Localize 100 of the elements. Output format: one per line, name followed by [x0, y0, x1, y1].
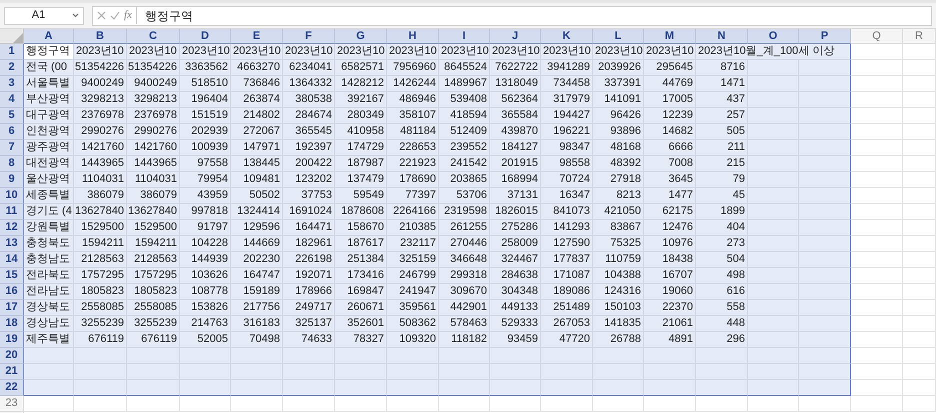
- row-header[interactable]: 12: [0, 220, 24, 236]
- table-cell[interactable]: 109320: [387, 332, 439, 348]
- table-cell[interactable]: 270446: [439, 236, 490, 252]
- table-cell[interactable]: 261255: [439, 220, 490, 236]
- column-header[interactable]: F: [283, 29, 335, 44]
- table-cell[interactable]: 324467: [490, 252, 541, 268]
- table-cell[interactable]: 258009: [490, 236, 541, 252]
- table-cell[interactable]: 74633: [283, 332, 335, 348]
- table-cell[interactable]: 59549: [335, 188, 387, 204]
- table-cell[interactable]: 562364: [490, 92, 541, 108]
- table-cell[interactable]: 214763: [180, 316, 231, 332]
- table-cell[interactable]: 164747: [231, 268, 283, 284]
- table-cell[interactable]: 1471: [696, 76, 748, 92]
- row-header[interactable]: 21: [0, 364, 24, 380]
- table-cell[interactable]: 78327: [335, 332, 387, 348]
- table-cell[interactable]: 48392: [593, 156, 644, 172]
- column-header[interactable]: J: [490, 29, 541, 44]
- table-cell[interactable]: 경기도 (4: [24, 204, 74, 220]
- table-cell[interactable]: 1364332: [283, 76, 335, 92]
- table-cell[interactable]: 211: [696, 140, 748, 156]
- table-cell[interactable]: 316183: [231, 316, 283, 332]
- table-cell[interactable]: 83867: [593, 220, 644, 236]
- table-cell[interactable]: 365584: [490, 108, 541, 124]
- table-cell[interactable]: 52005: [180, 332, 231, 348]
- table-cell[interactable]: 1878608: [335, 204, 387, 220]
- table-cell[interactable]: 충청남도: [24, 252, 74, 268]
- table-cell[interactable]: 43959: [180, 188, 231, 204]
- column-header[interactable]: C: [127, 29, 180, 44]
- table-cell[interactable]: 2319598: [439, 204, 490, 220]
- column-header[interactable]: I: [439, 29, 490, 44]
- row-header[interactable]: 13: [0, 236, 24, 252]
- table-cell[interactable]: 158670: [335, 220, 387, 236]
- table-cell[interactable]: 8213: [593, 188, 644, 204]
- table-cell[interactable]: 2023년10: [439, 44, 490, 60]
- table-cell[interactable]: 12476: [644, 220, 696, 236]
- table-cell[interactable]: 97558: [180, 156, 231, 172]
- table-cell[interactable]: 6666: [644, 140, 696, 156]
- table-cell[interactable]: 221923: [387, 156, 439, 172]
- table-cell[interactable]: 경상남도: [24, 316, 74, 332]
- table-cell[interactable]: 141091: [593, 92, 644, 108]
- table-cell[interactable]: 53706: [439, 188, 490, 204]
- table-cell[interactable]: 676119: [127, 332, 180, 348]
- table-cell[interactable]: 508362: [387, 316, 439, 332]
- table-cell[interactable]: 1421760: [127, 140, 180, 156]
- table-cell[interactable]: 16707: [644, 268, 696, 284]
- column-header[interactable]: B: [74, 29, 127, 44]
- table-cell[interactable]: 대구광역: [24, 108, 74, 124]
- table-cell[interactable]: 194427: [541, 108, 593, 124]
- table-cell[interactable]: 51354226: [74, 60, 127, 76]
- table-cell[interactable]: 246799: [387, 268, 439, 284]
- table-cell[interactable]: 48168: [593, 140, 644, 156]
- table-cell[interactable]: 103626: [180, 268, 231, 284]
- row-header[interactable]: 19: [0, 332, 24, 348]
- table-cell[interactable]: 2023년10: [335, 44, 387, 60]
- table-cell[interactable]: 6234041: [283, 60, 335, 76]
- row-header[interactable]: 10: [0, 188, 24, 204]
- table-cell[interactable]: 1104031: [127, 172, 180, 188]
- table-cell[interactable]: 380538: [283, 92, 335, 108]
- table-cell[interactable]: 178690: [387, 172, 439, 188]
- table-cell[interactable]: 178966: [283, 284, 335, 300]
- table-cell[interactable]: 1805823: [74, 284, 127, 300]
- table-cell[interactable]: 558: [696, 300, 748, 316]
- table-cell[interactable]: 296: [696, 332, 748, 348]
- table-cell[interactable]: 124316: [593, 284, 644, 300]
- table-cell[interactable]: 1318049: [490, 76, 541, 92]
- table-cell[interactable]: 79954: [180, 172, 231, 188]
- table-cell[interactable]: 1443965: [74, 156, 127, 172]
- row-header[interactable]: 15: [0, 268, 24, 284]
- table-cell[interactable]: 171087: [541, 268, 593, 284]
- table-cell[interactable]: 578463: [439, 316, 490, 332]
- table-cell[interactable]: 2558085: [127, 300, 180, 316]
- table-cell[interactable]: 110759: [593, 252, 644, 268]
- table-cell[interactable]: 93459: [490, 332, 541, 348]
- table-cell[interactable]: 129596: [231, 220, 283, 236]
- table-cell[interactable]: 325137: [283, 316, 335, 332]
- table-cell[interactable]: 세종특별: [24, 188, 74, 204]
- table-cell[interactable]: 498: [696, 268, 748, 284]
- table-cell[interactable]: 232117: [387, 236, 439, 252]
- table-cell[interactable]: 77397: [387, 188, 439, 204]
- table-cell[interactable]: 386079: [127, 188, 180, 204]
- table-cell[interactable]: 410958: [335, 124, 387, 140]
- table-cell[interactable]: 539408: [439, 92, 490, 108]
- table-cell[interactable]: 부산광역: [24, 92, 74, 108]
- table-cell[interactable]: 1757295: [127, 268, 180, 284]
- table-cell[interactable]: 경상북도: [24, 300, 74, 316]
- table-cell[interactable]: 1324414: [231, 204, 283, 220]
- table-cell[interactable]: 1757295: [74, 268, 127, 284]
- row-header[interactable]: 14: [0, 252, 24, 268]
- table-cell[interactable]: 386079: [74, 188, 127, 204]
- table-cell[interactable]: 10976: [644, 236, 696, 252]
- table-cell[interactable]: 51354226: [127, 60, 180, 76]
- table-cell[interactable]: 257: [696, 108, 748, 124]
- table-cell[interactable]: 437: [696, 92, 748, 108]
- table-cell[interactable]: 8645524: [439, 60, 490, 76]
- table-cell[interactable]: 201915: [490, 156, 541, 172]
- table-cell[interactable]: 12239: [644, 108, 696, 124]
- table-cell[interactable]: 2023년10월_계_100세 이상: [696, 44, 851, 60]
- table-cell[interactable]: 2023년10: [593, 44, 644, 60]
- table-cell[interactable]: 273: [696, 236, 748, 252]
- table-cell[interactable]: 1443965: [127, 156, 180, 172]
